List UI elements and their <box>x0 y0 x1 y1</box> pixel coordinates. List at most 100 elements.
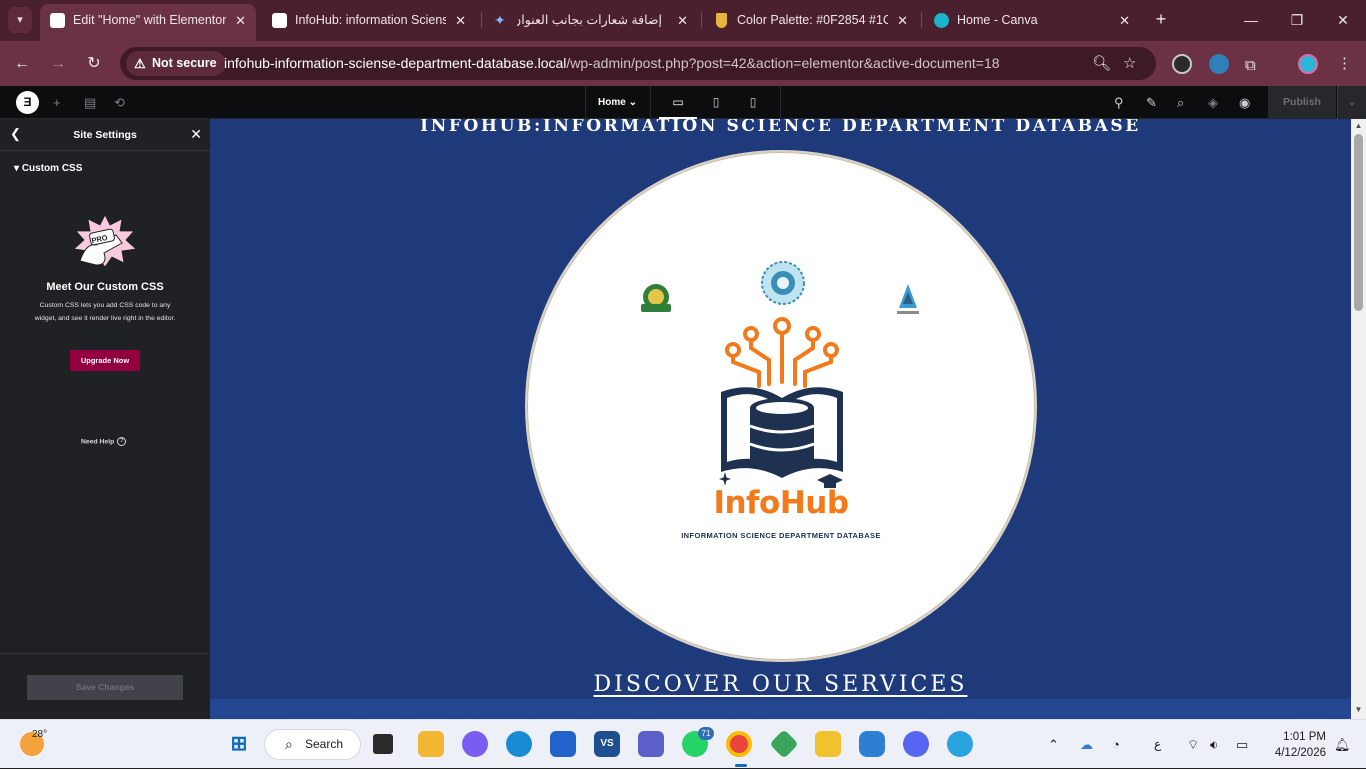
page-selector[interactable]: Home ⌄ <box>585 86 651 119</box>
next-section-band <box>210 699 1351 719</box>
help-question-icon: ? <box>117 437 127 446</box>
section-label: Custom CSS <box>21 163 83 174</box>
browser-menu-icon[interactable]: ⋮ <box>1337 47 1352 80</box>
taskbar-search-box[interactable]: ⌕ Search <box>264 729 361 760</box>
link-icon[interactable]: ⚲ <box>1114 86 1124 119</box>
elementor-top-bar: Ǝ + ▤ ⟲ Home ⌄ ▭ ▯ ▯ ⚲ ✎ ⌕ ◈ ◉ Publish ⌄ <box>0 86 1366 119</box>
add-element-icon[interactable]: + <box>53 86 61 119</box>
services-heading[interactable]: DISCOVER OUR SERVICES <box>210 672 1351 697</box>
university-emblem-left-icon <box>641 284 671 312</box>
upgrade-now-button[interactable]: Upgrade Now <box>70 350 140 371</box>
page-structure-icon[interactable]: ▤ <box>84 86 96 119</box>
close-tab-icon[interactable]: ✕ <box>235 4 246 37</box>
address-bar[interactable]: ⚠ Not secure infohub-information-sciense… <box>120 47 1156 80</box>
tab-separator <box>481 12 482 28</box>
tab-color-palette[interactable]: Color Palette: #0F2854 #1C4 ✕ <box>704 4 918 37</box>
sync-status-icon[interactable]: ◔ <box>1112 720 1120 769</box>
new-tab-button[interactable]: + <box>1150 8 1172 30</box>
tab-title: Edit "Home" with Elementor <box>73 13 226 27</box>
canvas-scrollbar[interactable]: ▲ ▼ <box>1351 119 1366 719</box>
close-window-button[interactable]: ✕ <box>1320 0 1366 41</box>
wifi-icon[interactable]: ⌔ <box>1187 720 1199 769</box>
sparkle-icon <box>719 472 731 486</box>
tab-infohub-site[interactable]: InfoHub: information Sciense ✕ <box>262 4 476 37</box>
close-icon[interactable]: ✕ <box>190 119 202 149</box>
back-button[interactable]: ← <box>9 51 35 77</box>
chevron-down-icon: ⌄ <box>628 97 637 108</box>
close-tab-icon[interactable]: ✕ <box>1119 4 1130 37</box>
site-title-heading[interactable]: INFOHUB:INFORMATION SCIENCE DEPARTMENT D… <box>210 119 1351 135</box>
site-settings-panel: ❮ Site Settings ✕ ▾ Custom CSS PRO Meet … <box>0 119 210 719</box>
database-app-icon[interactable] <box>859 731 885 757</box>
battery-icon[interactable]: ▭ <box>1236 720 1248 769</box>
tab-title: Home - Canva <box>957 13 1038 27</box>
logo-circle-image[interactable]: InfoHub INFORMATION SCIENCE DEPARTMENT D… <box>525 150 1037 662</box>
publish-button[interactable]: Publish <box>1268 86 1336 119</box>
reload-button[interactable]: ↻ <box>81 51 107 77</box>
input-language-indicator[interactable]: ع <box>1154 720 1161 769</box>
close-tab-icon[interactable]: ✕ <box>897 4 908 37</box>
scroll-down-arrow-icon[interactable]: ▼ <box>1351 705 1366 714</box>
url-text[interactable]: infohub-information-sciense-department-d… <box>224 47 1000 80</box>
show-hidden-icons-chevron-icon[interactable]: ⌃ <box>1048 720 1059 769</box>
chrome-browser-icon[interactable] <box>726 731 752 757</box>
vpn-extension-icon[interactable] <box>1209 54 1229 74</box>
close-tab-icon[interactable]: ✕ <box>455 4 466 37</box>
windows-start-icon[interactable]: ⊞ <box>226 731 252 757</box>
restore-window-button[interactable]: ❐ <box>1274 0 1320 41</box>
need-help-link[interactable]: Need Help? <box>81 437 127 446</box>
promo-description: Custom CSS lets you add CSS code to any … <box>34 302 176 322</box>
site-info-chip[interactable]: ⚠ Not secure <box>126 51 226 76</box>
mobile-view-icon[interactable]: ▯ <box>734 86 772 119</box>
volume-icon[interactable]: 🔉︎ <box>1210 720 1218 769</box>
publish-options-chevron-icon[interactable]: ⌄ <box>1337 86 1366 119</box>
tab-search-menu-button[interactable]: ▾ <box>8 7 32 33</box>
task-view-icon[interactable] <box>373 734 393 754</box>
history-icon[interactable]: ⟲ <box>114 86 125 119</box>
windows-taskbar: 28° ⊞ ⌕ Search VS 71 ⌃ ☁ ◔ ع ⌔ 🔉︎ ▭ 1:01… <box>0 719 1366 768</box>
teams-icon[interactable] <box>638 731 664 757</box>
panel-title: Site Settings <box>73 129 137 141</box>
onedrive-cloud-icon[interactable]: ☁ <box>1080 720 1093 769</box>
incognito-extension-icon[interactable] <box>1172 54 1192 74</box>
bookmark-star-icon[interactable]: ☆ <box>1123 47 1136 80</box>
desktop-view-icon[interactable]: ▭ <box>659 86 697 119</box>
file-explorer-icon[interactable] <box>418 731 444 757</box>
tab-gemini-chat[interactable]: ✦ إضافة شعارات بجانب العنوان ✕ <box>484 4 698 37</box>
forward-button[interactable]: → <box>45 51 71 77</box>
scrollbar-thumb[interactable] <box>1354 134 1363 311</box>
profile-avatar[interactable] <box>1298 54 1318 74</box>
notes-icon[interactable]: ✎ <box>1146 86 1157 119</box>
preview-eye-icon[interactable]: ◉ <box>1239 86 1250 119</box>
editor-preview-canvas[interactable]: INFOHUB:INFORMATION SCIENCE DEPARTMENT D… <box>210 119 1351 719</box>
diamond-app-icon[interactable] <box>769 729 799 759</box>
zoom-icon[interactable]: 🔍︎ <box>1092 47 1111 80</box>
elementor-logo-icon[interactable]: Ǝ <box>16 91 39 114</box>
extensions-puzzle-icon[interactable]: ⧉ <box>1245 49 1256 82</box>
discord-icon[interactable] <box>903 731 929 757</box>
clock-time: 1:01 PM <box>1283 731 1326 743</box>
close-tab-icon[interactable]: ✕ <box>677 4 688 37</box>
clock-date: 4/12/2026 <box>1274 747 1326 759</box>
search-icon[interactable]: ⌕ <box>1177 86 1184 119</box>
notifications-bell-icon[interactable]: 🔔︎ <box>1334 720 1351 769</box>
visual-studio-icon[interactable]: VS <box>594 731 620 757</box>
panel-header: ❮ Site Settings ✕ <box>0 119 210 151</box>
services-heading-text: DISCOVER OUR SERVICES <box>593 672 968 697</box>
custom-css-section-toggle[interactable]: ▾ Custom CSS <box>14 163 82 174</box>
files-app-icon[interactable] <box>815 731 841 757</box>
tablet-view-icon[interactable]: ▯ <box>697 86 735 119</box>
microsoft-store-icon[interactable] <box>550 731 576 757</box>
system-clock[interactable]: 1:01 PM 4/12/2026 <box>1266 729 1326 761</box>
layers-icon[interactable]: ◈ <box>1208 86 1218 119</box>
tab-canva[interactable]: Home - Canva ✕ <box>924 4 1140 37</box>
copilot-icon[interactable] <box>462 731 488 757</box>
save-changes-button[interactable]: Save Changes <box>27 675 183 700</box>
promo-heading: Meet Our Custom CSS <box>46 281 164 293</box>
edge-browser-icon[interactable] <box>506 731 532 757</box>
weather-temperature: 28° <box>32 729 48 740</box>
minimize-window-button[interactable]: — <box>1228 0 1274 41</box>
scroll-up-arrow-icon[interactable]: ▲ <box>1351 121 1366 130</box>
tab-elementor-editor[interactable]: Edit "Home" with Elementor ✕ <box>40 4 256 41</box>
telegram-icon[interactable] <box>947 731 973 757</box>
